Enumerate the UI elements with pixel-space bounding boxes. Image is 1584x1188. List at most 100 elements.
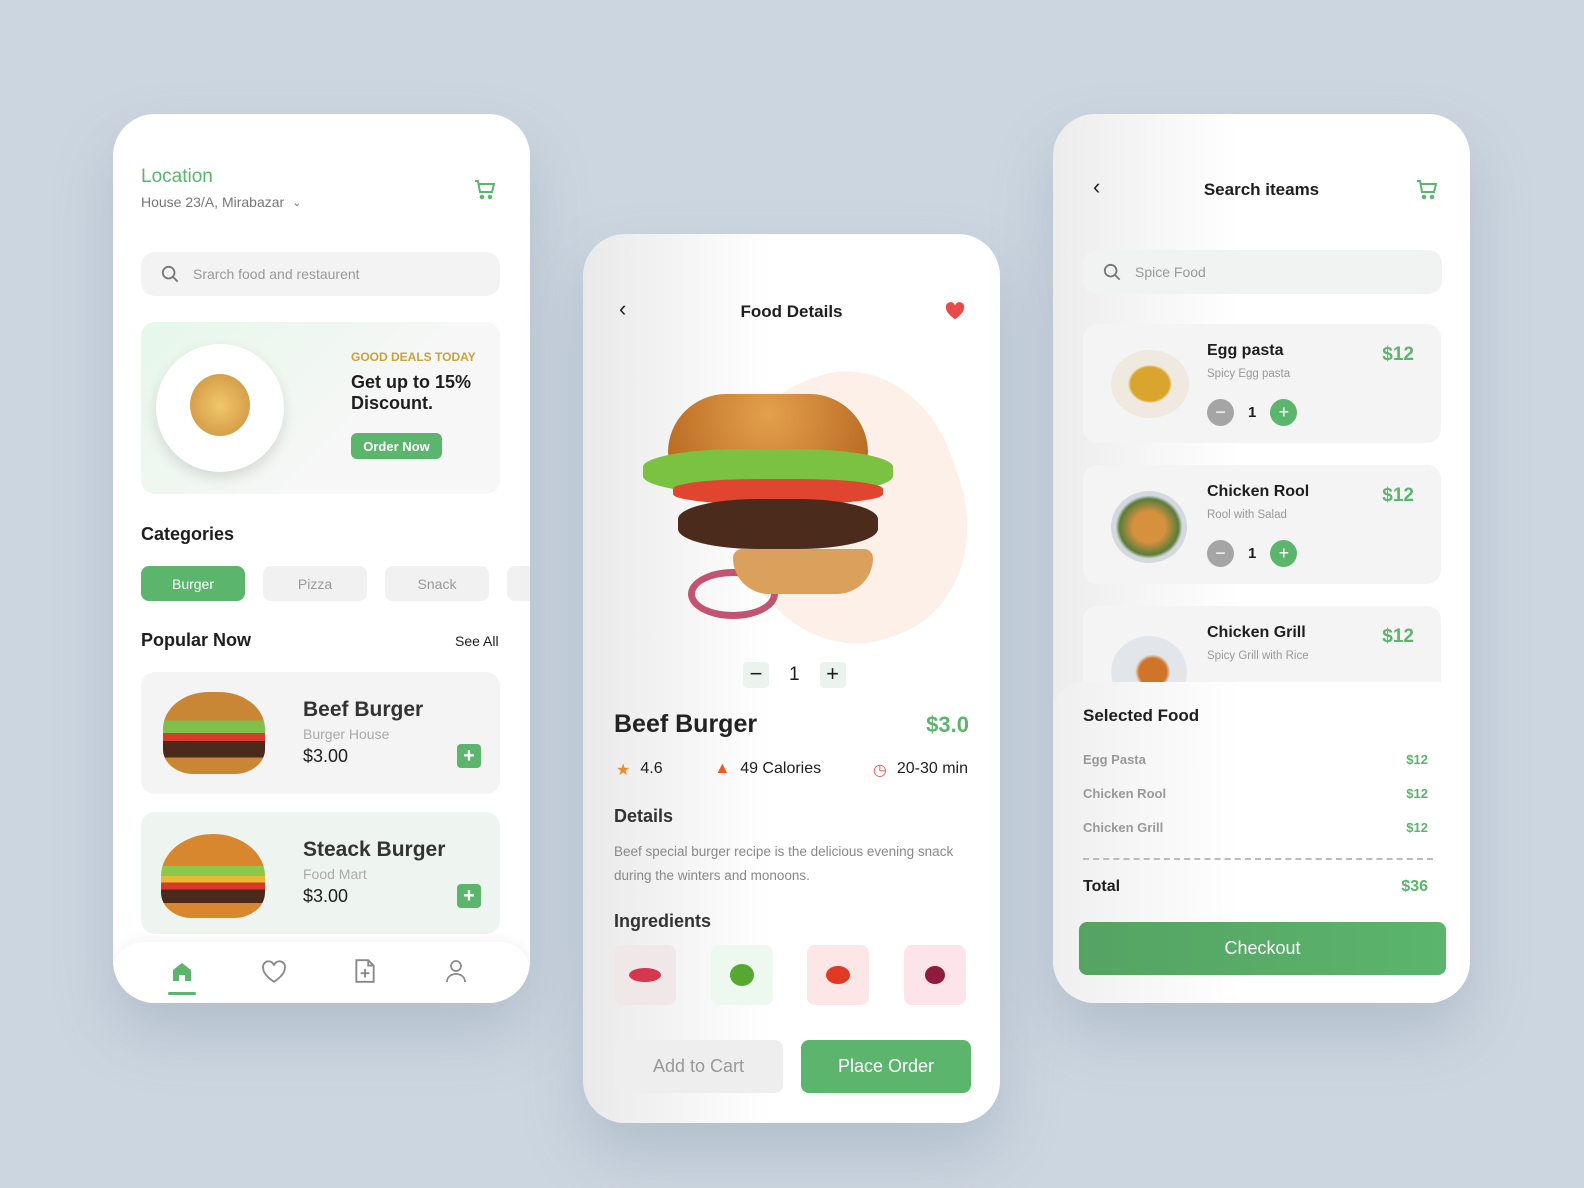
stats-row: ★ 4.6 ▲ 49 Calories ◷ 20-30 min bbox=[616, 760, 968, 780]
add-to-cart-button[interactable]: Add to Cart bbox=[614, 1040, 783, 1093]
category-burger[interactable]: Burger bbox=[141, 566, 245, 601]
item-desc: Spicy Grill with Rice bbox=[1207, 650, 1309, 662]
cart-icon[interactable] bbox=[1415, 178, 1439, 202]
category-pizza[interactable]: Pizza bbox=[263, 566, 367, 601]
item-name: Chicken Grill bbox=[1207, 624, 1306, 641]
tomato-ingredient bbox=[807, 945, 870, 1005]
page-title: Food Details bbox=[740, 302, 843, 321]
popular-item[interactable]: Beef Burger Burger House $3.00 + bbox=[141, 672, 500, 794]
food-price: $3.0 bbox=[926, 712, 969, 737]
quantity-stepper: − 1 + bbox=[1207, 399, 1298, 426]
selected-food-panel: Selected Food Egg Pasta $12 Chicken Rool $… bbox=[1053, 682, 1470, 1003]
selected-price: $12 bbox=[1406, 752, 1428, 767]
add-item-button[interactable]: + bbox=[457, 884, 481, 908]
total-row: Total $36 bbox=[1083, 878, 1428, 896]
quantity-value: 1 bbox=[789, 664, 800, 685]
selected-price: $12 bbox=[1406, 786, 1428, 801]
ingredients-title: Ingredients bbox=[614, 911, 712, 931]
item-desc: Rool with Salad bbox=[1207, 509, 1287, 521]
user-icon[interactable] bbox=[444, 958, 468, 984]
item-price: $3.00 bbox=[303, 886, 349, 906]
rating: 4.6 bbox=[640, 760, 663, 777]
item-price: $3.00 bbox=[303, 746, 349, 766]
popular-title: Popular Now bbox=[141, 630, 252, 650]
promo-tag: GOOD DEALS TODAY bbox=[351, 350, 476, 364]
total-label: Total bbox=[1083, 878, 1121, 895]
decrease-button[interactable]: − bbox=[1207, 399, 1234, 426]
search-input[interactable]: Spice Food bbox=[1083, 250, 1442, 294]
lettuce-ingredient bbox=[710, 945, 773, 1005]
quantity-stepper: − 1 + bbox=[743, 662, 846, 688]
place-order-button[interactable]: Place Order bbox=[801, 1040, 971, 1093]
promo-headline: Get up to 15% Discount. bbox=[351, 372, 472, 413]
item-price: $12 bbox=[1382, 626, 1414, 647]
favorite-heart-icon[interactable] bbox=[945, 302, 965, 320]
dashed-divider bbox=[1083, 858, 1433, 860]
description: Beef special burger recipe is the delici… bbox=[614, 844, 954, 883]
egg-pasta-image bbox=[1111, 350, 1189, 418]
decrease-button[interactable]: − bbox=[743, 662, 769, 688]
cart-icon[interactable] bbox=[473, 178, 497, 202]
popular-item[interactable]: Steack Burger Food Mart $3.00 + bbox=[141, 812, 500, 934]
meat-ingredient bbox=[614, 945, 676, 1005]
location-label: Location bbox=[141, 166, 213, 187]
chevron-down-icon: ⌄ bbox=[292, 196, 302, 209]
search-value: Spice Food bbox=[1135, 264, 1206, 280]
search-screen: ‹ Search iteams Spice Food Egg pasta Spi… bbox=[1053, 114, 1470, 1003]
increase-button[interactable]: + bbox=[819, 662, 846, 688]
see-all-link[interactable]: See All bbox=[455, 633, 499, 649]
selected-title: Selected Food bbox=[1083, 706, 1200, 725]
category-snack[interactable]: Snack bbox=[385, 566, 489, 601]
promo-banner: GOOD DEALS TODAY Get up to 15% Discount.… bbox=[141, 322, 500, 494]
calories: 49 Calories bbox=[740, 760, 822, 777]
page-title: Search iteams bbox=[1203, 180, 1320, 199]
increase-button[interactable]: + bbox=[1270, 540, 1298, 567]
selected-price: $12 bbox=[1406, 820, 1428, 835]
quantity-stepper: − 1 + bbox=[1207, 540, 1298, 567]
food-name: Beef Burger bbox=[614, 710, 758, 738]
address-selector[interactable]: House 23/A, Mirabazar ⌄ bbox=[141, 194, 301, 210]
selected-row: Egg Pasta $12 bbox=[1083, 752, 1428, 767]
add-item-button[interactable]: + bbox=[457, 744, 481, 768]
increase-button[interactable]: + bbox=[1270, 399, 1298, 426]
selected-name: Chicken Rool bbox=[1083, 786, 1167, 801]
fire-icon: ▲ bbox=[714, 760, 731, 777]
item-name: Chicken Rool bbox=[1207, 483, 1310, 500]
heart-icon[interactable] bbox=[261, 960, 287, 984]
ingredients-list bbox=[614, 945, 966, 1005]
item-name: Steack Burger bbox=[303, 838, 446, 861]
star-icon: ★ bbox=[616, 762, 631, 779]
search-icon bbox=[161, 265, 179, 283]
item-name: Egg pasta bbox=[1207, 342, 1284, 359]
search-result-item[interactable]: Chicken Rool Rool with Salad $12 − 1 + bbox=[1083, 465, 1441, 584]
steack-burger-image bbox=[161, 834, 265, 918]
details-title: Details bbox=[614, 806, 674, 826]
item-price: $12 bbox=[1382, 485, 1414, 506]
beef-burger-hero-image bbox=[643, 394, 893, 624]
chicken-rool-image bbox=[1111, 491, 1187, 563]
selected-name: Chicken Grill bbox=[1083, 820, 1164, 835]
item-price: $12 bbox=[1382, 344, 1414, 365]
alarm-clock-icon: ◷ bbox=[872, 762, 887, 779]
checkout-button[interactable]: Checkout bbox=[1079, 922, 1446, 975]
search-result-item[interactable]: Egg pasta Spicy Egg pasta $12 − 1 + bbox=[1083, 324, 1441, 443]
quantity-value: 1 bbox=[1248, 545, 1257, 562]
search-placeholder: Srarch food and restaurent bbox=[193, 266, 360, 282]
item-name: Beef Burger bbox=[303, 698, 424, 721]
home-icon[interactable] bbox=[170, 960, 194, 984]
selected-row: Chicken Grill $12 bbox=[1083, 820, 1428, 835]
home-screen: Location House 23/A, Mirabazar ⌄ Srarch … bbox=[113, 114, 530, 1003]
onion-ingredient bbox=[903, 945, 966, 1005]
search-icon bbox=[1103, 263, 1121, 281]
item-shop: Burger House bbox=[303, 726, 390, 742]
category-more[interactable] bbox=[507, 566, 530, 601]
selected-name: Egg Pasta bbox=[1083, 752, 1146, 767]
categories-title: Categories bbox=[141, 524, 235, 544]
search-input[interactable]: Srarch food and restaurent bbox=[141, 252, 500, 296]
order-now-button[interactable]: Order Now bbox=[351, 433, 442, 459]
food-details-screen: ‹ Food Details − 1 + Beef Burger $3.0 ★ 4… bbox=[583, 234, 1000, 1123]
document-add-icon[interactable] bbox=[354, 958, 376, 984]
selected-row: Chicken Rool $12 bbox=[1083, 786, 1428, 801]
pasta-plate-image bbox=[156, 344, 284, 472]
decrease-button[interactable]: − bbox=[1207, 540, 1234, 567]
